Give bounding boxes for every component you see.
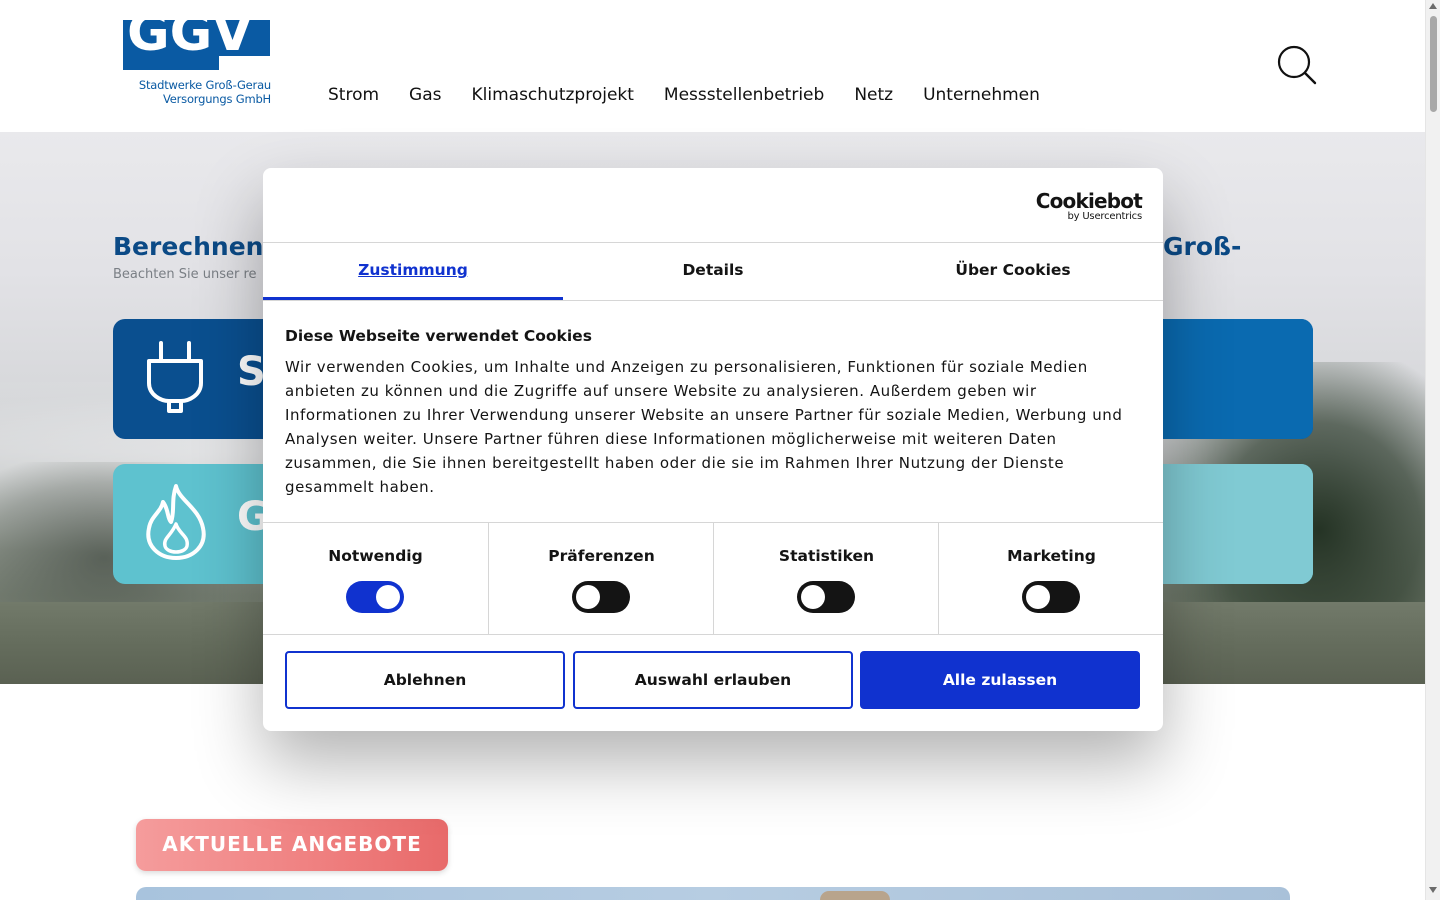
nav-item-messstellenbetrieb[interactable]: Messstellenbetrieb	[664, 85, 824, 105]
scroll-up-arrow-icon[interactable]	[1429, 3, 1437, 9]
nav-item-netz[interactable]: Netz	[854, 85, 893, 105]
allow-selection-button[interactable]: Auswahl erlauben	[573, 651, 853, 709]
plug-icon	[141, 337, 211, 417]
category-label: Notwendig	[328, 547, 423, 565]
tab-details[interactable]: Details	[563, 243, 863, 301]
tab-zustimmung[interactable]: Zustimmung	[263, 243, 563, 301]
dialog-heading: Diese Webseite verwendet Cookies	[285, 327, 592, 345]
category-notwendig: Notwendig	[263, 523, 488, 635]
hero-title-continued: Groß-	[1163, 232, 1242, 261]
tile-strom-label: S	[237, 349, 266, 395]
offers-badge[interactable]: AKTUELLE ANGEBOTE	[136, 819, 448, 871]
nav-item-unternehmen[interactable]: Unternehmen	[923, 85, 1040, 105]
dialog-body: Diese Webseite verwendet Cookies Wir ver…	[285, 326, 1141, 499]
nav-item-gas[interactable]: Gas	[409, 85, 441, 105]
cookie-consent-dialog: Cookiebot by Usercentrics Zustimmung Det…	[263, 168, 1163, 731]
cookiebot-brand: Cookiebot	[1035, 189, 1143, 213]
category-label: Marketing	[1007, 547, 1096, 565]
cookiebot-brand-sub: by Usercentrics	[1067, 211, 1142, 222]
hero-title: Berechnen	[113, 232, 264, 261]
dialog-description: Wir verwenden Cookies, um Inhalte und An…	[285, 358, 1123, 496]
category-label: Statistiken	[778, 547, 875, 565]
decline-button[interactable]: Ablehnen	[285, 651, 565, 709]
category-marketing: Marketing	[938, 523, 1163, 635]
allow-all-button[interactable]: Alle zulassen	[860, 651, 1140, 709]
category-statistiken: Statistiken	[713, 523, 938, 635]
active-tab-indicator	[263, 297, 563, 300]
flame-icon	[141, 482, 211, 562]
offers-banner[interactable]	[136, 887, 1290, 900]
logo-subtitle: Stadtwerke Groß-Gerau Versorgungs GmbH	[123, 78, 271, 106]
nav-item-strom[interactable]: Strom	[328, 85, 379, 105]
nav-item-klimaschutzprojekt[interactable]: Klimaschutzprojekt	[472, 85, 634, 105]
site-header: GGV Stadtwerke Groß-Gerau Versorgungs Gm…	[0, 0, 1425, 132]
logo-subtitle-line2: Versorgungs GmbH	[162, 92, 271, 106]
hero-subtitle: Beachten Sie unser re	[113, 267, 257, 282]
toggle-notwendig[interactable]	[346, 581, 404, 613]
logo-subtitle-line1: Stadtwerke Groß-Gerau	[138, 78, 271, 92]
logo-letters: GGV	[127, 20, 253, 63]
main-nav: Strom Gas Klimaschutzprojekt Messstellen…	[328, 85, 1070, 105]
ggv-logo[interactable]: GGV Stadtwerke Groß-Gerau Versorgungs Gm…	[123, 20, 271, 108]
scroll-down-arrow-icon[interactable]	[1429, 887, 1437, 893]
dialog-header: Cookiebot by Usercentrics	[263, 168, 1163, 243]
search-icon[interactable]	[1277, 45, 1317, 85]
toggle-praeferenzen[interactable]	[572, 581, 630, 613]
logo-mark: GGV	[123, 20, 270, 70]
category-label: Präferenzen	[548, 547, 655, 565]
tab-ueber-cookies[interactable]: Über Cookies	[863, 243, 1163, 301]
page-scrollbar[interactable]	[1425, 0, 1440, 900]
cookiebot-logo[interactable]: Cookiebot by Usercentrics	[1035, 189, 1143, 224]
toggle-statistiken[interactable]	[797, 581, 855, 613]
toggle-marketing[interactable]	[1022, 581, 1080, 613]
scrollbar-thumb[interactable]	[1430, 16, 1437, 112]
category-praeferenzen: Präferenzen	[488, 523, 713, 635]
offers-badge-label: AKTUELLE ANGEBOTE	[162, 832, 422, 856]
dialog-tabs: Zustimmung Details Über Cookies	[263, 243, 1163, 301]
consent-categories: Notwendig Präferenzen Statistiken Market…	[263, 522, 1163, 635]
offers-banner-image	[820, 891, 890, 900]
